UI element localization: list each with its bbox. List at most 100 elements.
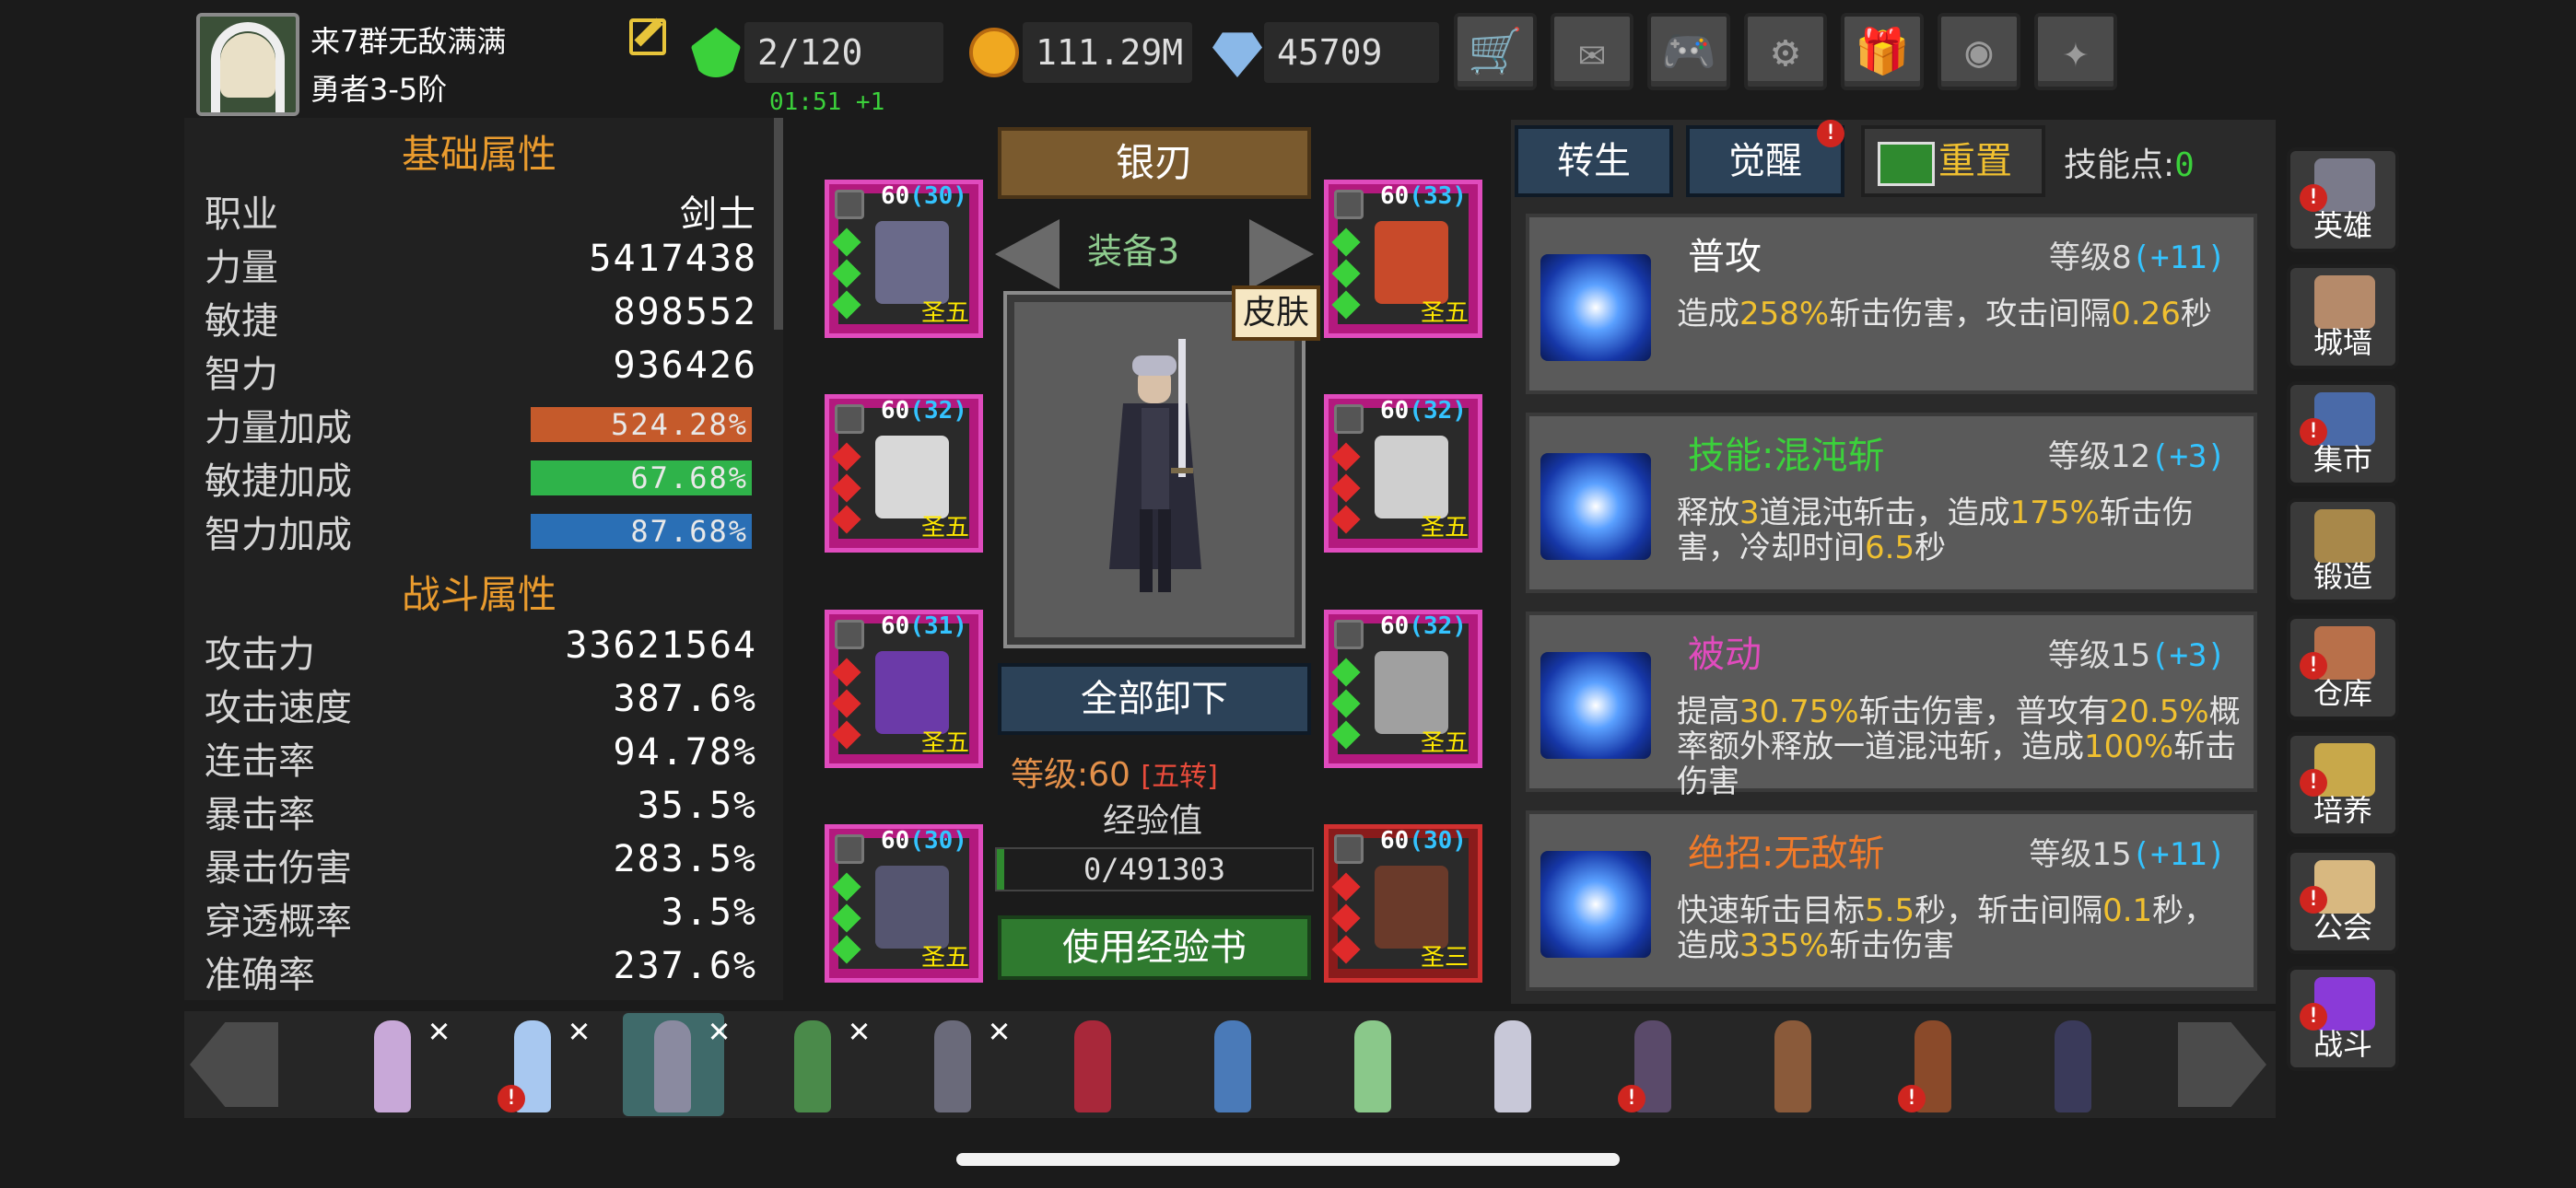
hero-slot[interactable]: ✕ xyxy=(623,1009,730,1116)
remove-hero-icon[interactable]: ✕ xyxy=(849,1009,870,1050)
desc-part: 335% xyxy=(1739,927,1830,964)
remove-hero-icon[interactable]: ✕ xyxy=(568,1009,590,1050)
gift-button[interactable]: 🎁 xyxy=(1841,13,1924,90)
hero-figure-icon xyxy=(2055,1020,2091,1112)
lock-icon[interactable] xyxy=(1334,834,1364,864)
slot-level-value: 60 xyxy=(1380,827,1410,855)
hero-slot[interactable] xyxy=(1043,1013,1144,1116)
lock-icon[interactable] xyxy=(1334,190,1364,219)
home-indicator[interactable] xyxy=(956,1153,1620,1166)
attr-label: 暴击伤害 xyxy=(205,847,352,890)
equipment-slot[interactable]: 60(32) 圣五 xyxy=(1324,610,1482,768)
tab-rebirth[interactable]: 转生 xyxy=(1515,125,1673,197)
hero-slot[interactable]: ✕! xyxy=(483,1009,590,1116)
remove-hero-icon[interactable]: ✕ xyxy=(428,1009,450,1050)
equipment-item-icon xyxy=(1375,866,1448,949)
equipment-slot[interactable]: 60(30) 圣五 xyxy=(825,180,983,338)
slot-grade-tag: 圣五 xyxy=(1420,729,1469,757)
edit-name-icon[interactable] xyxy=(629,18,666,55)
hero-slot[interactable] xyxy=(1183,1013,1284,1116)
equipment-slot[interactable]: 60(30) 圣三 xyxy=(1324,824,1482,983)
slot-grade-tag: 圣五 xyxy=(1420,514,1469,542)
use-exp-book-button[interactable]: 使用经验书 xyxy=(998,915,1311,980)
exp-bar: 0/491303 xyxy=(995,847,1314,891)
lucky-wheel-button[interactable]: ◉ xyxy=(1938,13,2020,90)
equipment-slot[interactable]: 60(31) 圣五 xyxy=(825,610,983,768)
hero-figure-icon xyxy=(374,1020,411,1112)
equipment-item-icon xyxy=(1375,221,1448,304)
unequip-all-button[interactable]: 全部卸下 xyxy=(998,663,1311,735)
hero-slot[interactable]: ✕ xyxy=(343,1009,450,1116)
side-menu-wall[interactable]: 城墙 xyxy=(2287,264,2399,369)
skill-card[interactable]: 普攻 等级8(+11) 造成258%斩击伤害，攻击间隔0.26秒 xyxy=(1526,214,2257,394)
slot-grade-tag: 圣五 xyxy=(920,944,969,972)
equipment-slot[interactable]: 60(33) 圣五 xyxy=(1324,180,1482,338)
fireworks-button[interactable]: ✦ xyxy=(2034,13,2117,90)
hero-slot[interactable]: ! xyxy=(1883,1013,1985,1116)
basic-attr-row: 力量 5417438 xyxy=(205,238,757,291)
reset-skills-button[interactable]: 重置 xyxy=(1861,125,2045,197)
equipment-slot[interactable]: 60(32) 圣五 xyxy=(1324,394,1482,553)
slot-level: 60(31) xyxy=(881,612,967,640)
hero-figure-icon xyxy=(934,1020,971,1112)
basic-attr-row: 敏捷 898552 xyxy=(205,291,757,344)
lock-icon[interactable] xyxy=(1334,620,1364,649)
hero-level: 等级:60 xyxy=(1011,756,1130,794)
lock-icon[interactable] xyxy=(835,190,864,219)
side-menu-warehouse[interactable]: 仓库! xyxy=(2287,615,2399,720)
skin-button[interactable]: 皮肤 xyxy=(1232,285,1320,341)
hero-slot[interactable] xyxy=(2023,1013,2125,1116)
lock-icon[interactable] xyxy=(835,834,864,864)
lock-icon[interactable] xyxy=(835,620,864,649)
skill-card[interactable]: 绝招:无敌斩 等级15(+11) 快速斩击目标5.5秒，斩击间隔0.1秒，造成335… xyxy=(1526,810,2257,991)
slot-level: 60(33) xyxy=(1380,182,1467,210)
lock-icon[interactable] xyxy=(1334,404,1364,434)
diamond-counter: 45709 xyxy=(1264,22,1439,83)
side-menu-trophy[interactable]: 培养! xyxy=(2287,732,2399,837)
alert-badge: ! xyxy=(2300,1003,2327,1031)
desc-part: 100% xyxy=(2084,728,2174,765)
remove-hero-icon[interactable]: ✕ xyxy=(708,1009,730,1050)
hero-slot[interactable]: ✕ xyxy=(903,1009,1010,1116)
skill-card[interactable]: 被动 等级15(+3) 提高30.75%斩击伤害，普攻有20.5%概率额外释放一道混… xyxy=(1526,611,2257,799)
stamina-timer: 01:51 +1 xyxy=(769,88,885,116)
next-set-arrow[interactable] xyxy=(1249,219,1314,289)
gear-icon: ⚙ xyxy=(1772,26,1799,77)
game-button[interactable]: 🎮 xyxy=(1647,13,1730,90)
mail-button[interactable]: ✉ xyxy=(1551,13,1633,90)
side-menu-market[interactable]: 集市! xyxy=(2287,381,2399,486)
equipment-slot[interactable]: 60(32) 圣五 xyxy=(825,394,983,553)
shop-button[interactable]: 🛒 xyxy=(1454,13,1537,90)
hero-slot[interactable] xyxy=(1743,1013,1844,1116)
slot-grade-tag: 圣五 xyxy=(920,299,969,327)
skill-card[interactable]: 技能:混沌斩 等级12(+3) 释放3道混沌斩击，造成175%斩击伤害，冷却时间6.… xyxy=(1526,413,2257,593)
attr-label: 暴击率 xyxy=(205,794,315,836)
attributes-scrollbar[interactable] xyxy=(774,118,783,330)
hero-slot[interactable]: ✕ xyxy=(763,1009,870,1116)
skill-level-value: 等级15 xyxy=(2029,836,2132,873)
lock-icon[interactable] xyxy=(835,404,864,434)
desc-part: 快速斩击目标 xyxy=(1677,892,1865,929)
hero-slot[interactable] xyxy=(1463,1013,1564,1116)
hero-slot[interactable] xyxy=(1323,1013,1424,1116)
side-menu-portal[interactable]: 战斗! xyxy=(2287,966,2399,1071)
player-avatar[interactable] xyxy=(196,13,299,116)
hero-slot[interactable]: ! xyxy=(1603,1013,1704,1116)
wheel-icon: ◉ xyxy=(1965,26,1993,77)
hero-figure-icon xyxy=(1494,1020,1531,1112)
slot-grade-tag: 圣五 xyxy=(920,729,969,757)
settings-button[interactable]: ⚙ xyxy=(1744,13,1827,90)
side-menu-helmet[interactable]: 英雄! xyxy=(2287,147,2399,252)
bonus-label: 敏捷加成 xyxy=(205,460,352,503)
side-menu-guild[interactable]: 公会! xyxy=(2287,849,2399,954)
desc-part: 造成 xyxy=(1677,296,1739,332)
remove-hero-icon[interactable]: ✕ xyxy=(989,1009,1010,1050)
prev-set-arrow[interactable] xyxy=(995,219,1060,289)
combat-attr-row: 攻击速度 387.6% xyxy=(205,678,757,731)
mail-icon: ✉ xyxy=(1578,26,1606,77)
equipment-slot[interactable]: 60(30) 圣五 xyxy=(825,824,983,983)
firework-icon: ✦ xyxy=(2062,26,2090,77)
side-menu-anvil[interactable]: 锻造 xyxy=(2287,498,2399,603)
slot-level: 60(32) xyxy=(1380,397,1467,425)
exp-label: 经验值 xyxy=(1103,802,1203,840)
